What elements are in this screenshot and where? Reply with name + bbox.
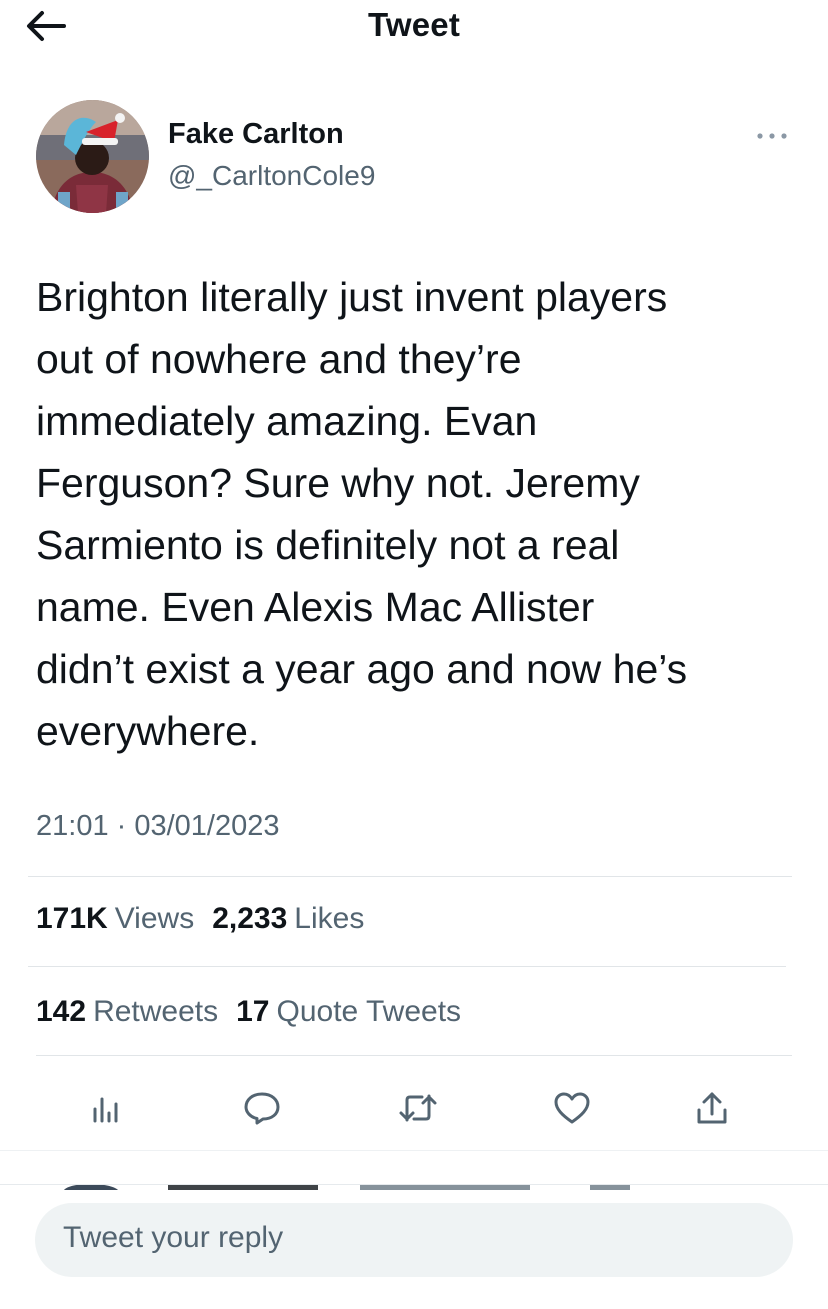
views-stat[interactable]: 171K Views <box>36 902 194 936</box>
tweet-timestamp[interactable]: 21:01 · 03/01/2023 <box>36 810 279 843</box>
divider <box>0 1184 828 1185</box>
avatar[interactable] <box>36 100 149 213</box>
page-title: Tweet <box>367 6 461 43</box>
retweet-icon[interactable] <box>388 1078 448 1138</box>
tweet-text: Brighton literally just invent players o… <box>36 274 688 754</box>
reply-icon[interactable] <box>232 1078 292 1138</box>
more-horizontal-icon[interactable] <box>752 124 792 148</box>
analytics-icon[interactable] <box>76 1078 136 1138</box>
likes-count: 2,233 <box>212 902 288 935</box>
next-reply-peek <box>60 1168 760 1190</box>
author-display-name[interactable]: Fake Carlton <box>168 118 344 151</box>
share-icon[interactable] <box>682 1078 742 1138</box>
stats-row-views-likes: 171K Views 2,233 Likes <box>36 902 364 936</box>
retweets-count: 142 <box>36 995 87 1028</box>
author-handle[interactable]: @_CarltonCole9 <box>168 160 375 192</box>
likes-label: Likes <box>294 902 365 935</box>
stats-row-retweets-quotes: 142 Retweets 17 Quote Tweets <box>36 995 461 1029</box>
quote-tweets-label: Quote Tweets <box>276 995 462 1028</box>
likes-stat[interactable]: 2,233 Likes <box>212 902 364 936</box>
retweets-label: Retweets <box>93 995 219 1028</box>
divider <box>36 1055 792 1056</box>
views-count: 171K <box>36 902 108 935</box>
top-bar: Tweet <box>0 0 828 70</box>
divider <box>0 1150 828 1151</box>
retweets-stat[interactable]: 142 Retweets <box>36 995 218 1029</box>
heart-icon[interactable] <box>542 1078 602 1138</box>
reply-placeholder: Tweet your reply <box>63 1221 284 1254</box>
divider <box>28 876 792 877</box>
quote-tweets-stat[interactable]: 17 Quote Tweets <box>236 995 461 1029</box>
views-label: Views <box>114 902 195 935</box>
action-bar <box>36 1078 796 1138</box>
divider <box>28 966 786 967</box>
quote-tweets-count: 17 <box>236 995 270 1028</box>
